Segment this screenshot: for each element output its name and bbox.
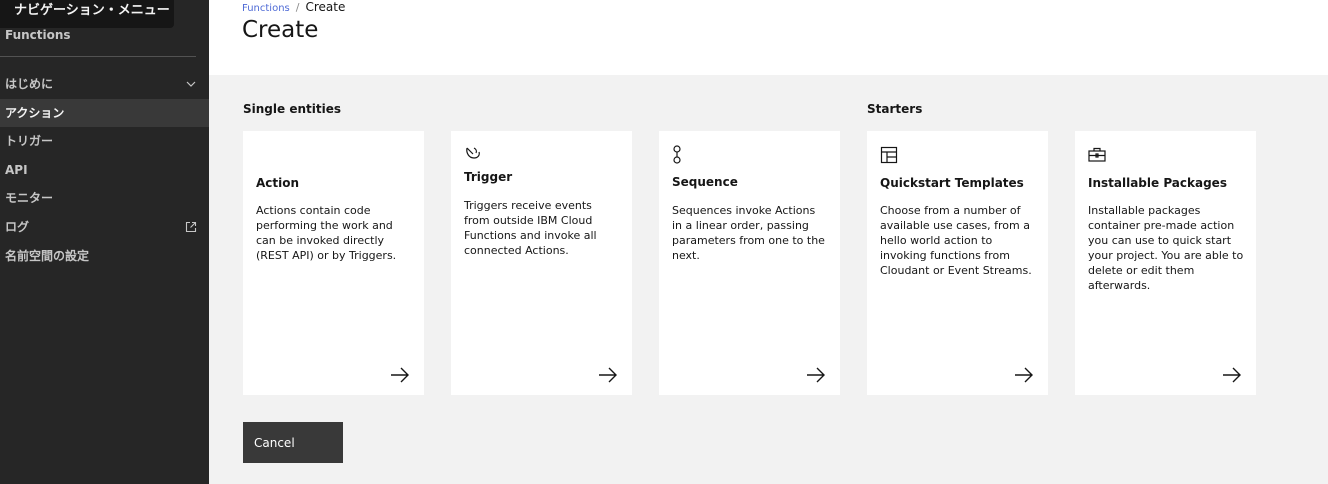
breadcrumb-current: Create — [305, 0, 346, 14]
card-title: Quickstart Templates — [880, 176, 1024, 190]
chevron-down-icon — [185, 70, 197, 98]
page-title: Create — [242, 17, 319, 43]
sidebar-item-namespace-settings[interactable]: 名前空間の設定 — [0, 242, 209, 270]
sidebar-item-label: API — [5, 163, 28, 177]
sidebar-item-getting-started[interactable]: はじめに — [0, 70, 209, 98]
card-title: Sequence — [672, 175, 738, 189]
arrow-right-icon — [1014, 366, 1034, 384]
card-sequence[interactable]: Sequence Sequences invoke Actions in a l… — [659, 131, 840, 395]
card-installable-packages[interactable]: Installable Packages Installable package… — [1075, 131, 1256, 395]
breadcrumb: Functions / Create — [242, 0, 345, 16]
page-header: Functions / Create Create — [209, 0, 1328, 75]
breadcrumb-separator: / — [295, 1, 300, 14]
arrow-right-icon — [390, 366, 410, 384]
package-icon — [1088, 147, 1106, 165]
card-quickstart-templates[interactable]: Quickstart Templates Choose from a numbe… — [867, 131, 1048, 395]
trigger-icon — [464, 144, 482, 162]
card-description: Choose from a number of available use ca… — [880, 204, 1032, 277]
external-link-icon — [185, 213, 197, 241]
card-action[interactable]: Action Actions contain code performing t… — [243, 131, 424, 395]
sidebar-item-label: モニター — [5, 191, 54, 205]
card-title: Installable Packages — [1088, 176, 1227, 190]
card-title: Action — [256, 176, 300, 190]
sidebar: ナビゲーション・メニュー Functions はじめに アクション トリガー A… — [0, 0, 209, 484]
cancel-button[interactable]: Cancel — [243, 422, 343, 463]
card-trigger[interactable]: Trigger Triggers receive events from out… — [451, 131, 632, 395]
card-title: Trigger — [464, 170, 513, 184]
sidebar-item-label: ログ — [5, 220, 30, 234]
arrow-right-icon — [806, 366, 826, 384]
sidebar-divider — [0, 56, 196, 57]
arrow-right-icon — [598, 366, 618, 384]
section-label-starters: Starters — [867, 102, 923, 116]
arrow-right-icon — [1222, 366, 1242, 384]
card-description: Installable packages container pre-made … — [1088, 204, 1244, 292]
sidebar-item-monitor[interactable]: モニター — [0, 184, 209, 212]
sidebar-item-label: トリガー — [5, 134, 54, 148]
sidebar-item-label: アクション — [5, 106, 65, 120]
card-description: Sequences invoke Actions in a linear ord… — [672, 204, 825, 262]
template-icon — [880, 146, 898, 164]
sidebar-item-actions[interactable]: アクション — [0, 99, 209, 127]
sequence-icon — [672, 145, 690, 164]
card-description: Actions contain code performing the work… — [256, 204, 397, 262]
sidebar-item-api[interactable]: API — [0, 156, 209, 184]
sidebar-item-triggers[interactable]: トリガー — [0, 127, 209, 155]
sidebar-item-label: 名前空間の設定 — [5, 249, 90, 263]
navigation-menu-tooltip: ナビゲーション・メニュー — [0, 0, 174, 28]
section-label-single-entities: Single entities — [243, 102, 341, 116]
sidebar-item-label: はじめに — [5, 77, 54, 91]
sidebar-item-logs[interactable]: ログ — [0, 213, 209, 241]
card-description: Triggers receive events from outside IBM… — [464, 199, 597, 257]
breadcrumb-link-functions[interactable]: Functions — [242, 3, 290, 14]
sidebar-title: Functions — [5, 28, 71, 42]
